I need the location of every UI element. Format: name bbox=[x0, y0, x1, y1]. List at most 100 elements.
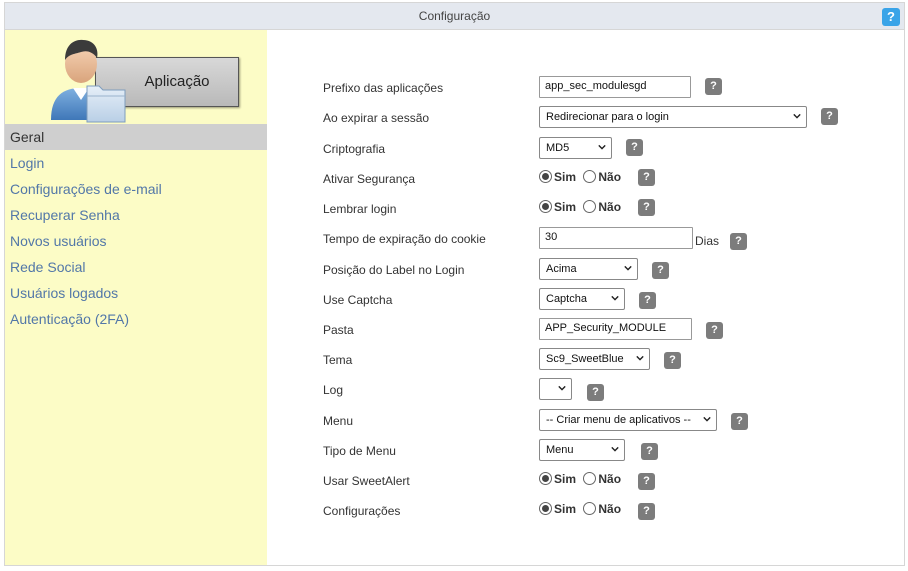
row-crypto: Criptografia MD5 ? bbox=[323, 137, 883, 161]
help-icon[interactable]: ? bbox=[638, 169, 655, 186]
remember-radio-no[interactable]: Não bbox=[583, 200, 621, 214]
log-label: Log bbox=[323, 383, 344, 397]
log-select[interactable] bbox=[539, 378, 572, 400]
row-cookie: Tempo de expiração do cookie 30 Dias ? bbox=[323, 227, 883, 251]
config-window: Configuração ? Aplicação Geral Login Con… bbox=[4, 2, 905, 566]
chevron-down-icon bbox=[793, 113, 801, 119]
prefix-input[interactable]: app_sec_modulesgd bbox=[539, 76, 691, 98]
sidebar-item-social-network[interactable]: Rede Social bbox=[5, 254, 267, 280]
sidebar-item-recover-password[interactable]: Recuperar Senha bbox=[5, 202, 267, 228]
settings-radio-no[interactable]: Não bbox=[583, 502, 621, 516]
session-select[interactable]: Redirecionar para o login bbox=[539, 106, 807, 128]
radio-checked-icon bbox=[539, 472, 552, 485]
chevron-down-icon bbox=[558, 385, 566, 391]
help-icon[interactable]: ? bbox=[730, 233, 747, 250]
help-icon[interactable]: ? bbox=[652, 262, 669, 279]
sweetalert-radio-yes[interactable]: Sim bbox=[539, 472, 576, 486]
row-session: Ao expirar a sessão Redirecionar para o … bbox=[323, 106, 883, 130]
sidebar-item-email-settings[interactable]: Configurações de e-mail bbox=[5, 176, 267, 202]
theme-select[interactable]: Sc9_SweetBlue bbox=[539, 348, 650, 370]
captcha-label: Use Captcha bbox=[323, 293, 393, 307]
menu-type-select[interactable]: Menu bbox=[539, 439, 625, 461]
label-position-select-value: Acima bbox=[546, 263, 577, 275]
help-icon[interactable]: ? bbox=[821, 108, 838, 125]
row-theme: Tema Sc9_SweetBlue ? bbox=[323, 348, 883, 372]
session-label: Ao expirar a sessão bbox=[323, 111, 430, 125]
prefix-label: Prefixo das aplicações bbox=[323, 81, 444, 95]
row-captcha: Use Captcha Captcha ? bbox=[323, 288, 883, 312]
captcha-select[interactable]: Captcha bbox=[539, 288, 625, 310]
help-icon[interactable]: ? bbox=[731, 413, 748, 430]
folder-label: Pasta bbox=[323, 323, 354, 337]
help-icon[interactable]: ? bbox=[626, 139, 643, 156]
menu-select[interactable]: -- Criar menu de aplicativos -- bbox=[539, 409, 717, 431]
row-security: Ativar Segurança Sim Não ? bbox=[323, 167, 883, 191]
cookie-label: Tempo de expiração do cookie bbox=[323, 232, 486, 246]
window-title: Configuração bbox=[418, 9, 491, 23]
crypto-select[interactable]: MD5 bbox=[539, 137, 612, 159]
chevron-down-icon bbox=[611, 295, 619, 301]
radio-unchecked-icon bbox=[583, 502, 597, 515]
row-menu-type: Tipo de Menu Menu ? bbox=[323, 439, 883, 463]
settings-radio-yes[interactable]: Sim bbox=[539, 502, 576, 516]
row-log: Log ? bbox=[323, 378, 883, 402]
sidebar-item-2fa[interactable]: Autenticação (2FA) bbox=[5, 306, 267, 332]
help-icon[interactable]: ? bbox=[706, 322, 723, 339]
sidebar-item-login[interactable]: Login bbox=[5, 150, 267, 176]
captcha-select-value: Captcha bbox=[546, 293, 587, 305]
row-label-position: Posição do Label no Login Acima ? bbox=[323, 258, 883, 282]
security-radio-yes[interactable]: Sim bbox=[539, 170, 576, 184]
help-icon[interactable]: ? bbox=[638, 473, 655, 490]
crypto-label: Criptografia bbox=[323, 142, 386, 156]
title-bar: Configuração ? bbox=[5, 3, 904, 30]
cookie-input[interactable]: 30 bbox=[539, 227, 693, 249]
security-radio-group: Sim Não bbox=[539, 170, 625, 184]
session-select-value: Redirecionar para o login bbox=[546, 111, 669, 123]
sweetalert-radio-no[interactable]: Não bbox=[583, 472, 621, 486]
row-menu: Menu -- Criar menu de aplicativos -- ? bbox=[323, 409, 883, 433]
row-sweetalert: Usar SweetAlert Sim Não ? bbox=[323, 469, 883, 493]
chevron-down-icon bbox=[636, 355, 644, 361]
row-folder: Pasta APP_Security_MODULE ? bbox=[323, 318, 883, 342]
cookie-unit: Dias bbox=[695, 234, 720, 248]
row-remember: Lembrar login Sim Não ? bbox=[323, 197, 883, 221]
sidebar-item-new-users[interactable]: Novos usuários bbox=[5, 228, 267, 254]
sidebar-item-geral[interactable]: Geral bbox=[5, 124, 267, 150]
help-icon[interactable]: ? bbox=[664, 352, 681, 369]
theme-select-value: Sc9_SweetBlue bbox=[546, 353, 624, 365]
security-radio-no[interactable]: Não bbox=[583, 170, 621, 184]
menu-select-value: -- Criar menu de aplicativos -- bbox=[546, 414, 691, 426]
help-icon[interactable]: ? bbox=[882, 8, 900, 26]
help-icon[interactable]: ? bbox=[705, 78, 722, 95]
help-icon[interactable]: ? bbox=[638, 503, 655, 520]
sidebar-item-logged-users[interactable]: Usuários logados bbox=[5, 280, 267, 306]
security-label: Ativar Segurança bbox=[323, 172, 416, 186]
help-icon[interactable]: ? bbox=[638, 199, 655, 216]
radio-unchecked-icon bbox=[583, 170, 597, 183]
help-icon[interactable]: ? bbox=[639, 292, 656, 309]
sidebar-nav: Geral Login Configurações de e-mail Recu… bbox=[5, 124, 267, 332]
chevron-down-icon bbox=[703, 416, 711, 422]
radio-unchecked-icon bbox=[583, 472, 597, 485]
chevron-down-icon bbox=[598, 144, 606, 150]
crypto-select-value: MD5 bbox=[546, 142, 570, 154]
radio-checked-icon bbox=[539, 170, 552, 183]
radio-unchecked-icon bbox=[583, 200, 597, 213]
menu-type-select-value: Menu bbox=[546, 444, 574, 456]
remember-radio-yes[interactable]: Sim bbox=[539, 200, 576, 214]
menu-label: Menu bbox=[323, 414, 354, 428]
sweetalert-label: Usar SweetAlert bbox=[323, 474, 410, 488]
sweetalert-radio-group: Sim Não bbox=[539, 472, 625, 486]
help-icon[interactable]: ? bbox=[587, 384, 604, 401]
label-position-select[interactable]: Acima bbox=[539, 258, 638, 280]
sidebar: Aplicação Geral Login Configurações de e… bbox=[5, 30, 267, 565]
help-icon[interactable]: ? bbox=[641, 443, 658, 460]
remember-label: Lembrar login bbox=[323, 202, 397, 216]
radio-checked-icon bbox=[539, 502, 552, 515]
folder-input[interactable]: APP_Security_MODULE bbox=[539, 318, 692, 340]
label-position-label: Posição do Label no Login bbox=[323, 263, 465, 277]
chevron-down-icon bbox=[611, 446, 619, 452]
row-prefix: Prefixo das aplicações app_sec_modulesgd… bbox=[323, 76, 883, 100]
settings-radio-group: Sim Não bbox=[539, 502, 625, 516]
remember-radio-group: Sim Não bbox=[539, 200, 625, 214]
